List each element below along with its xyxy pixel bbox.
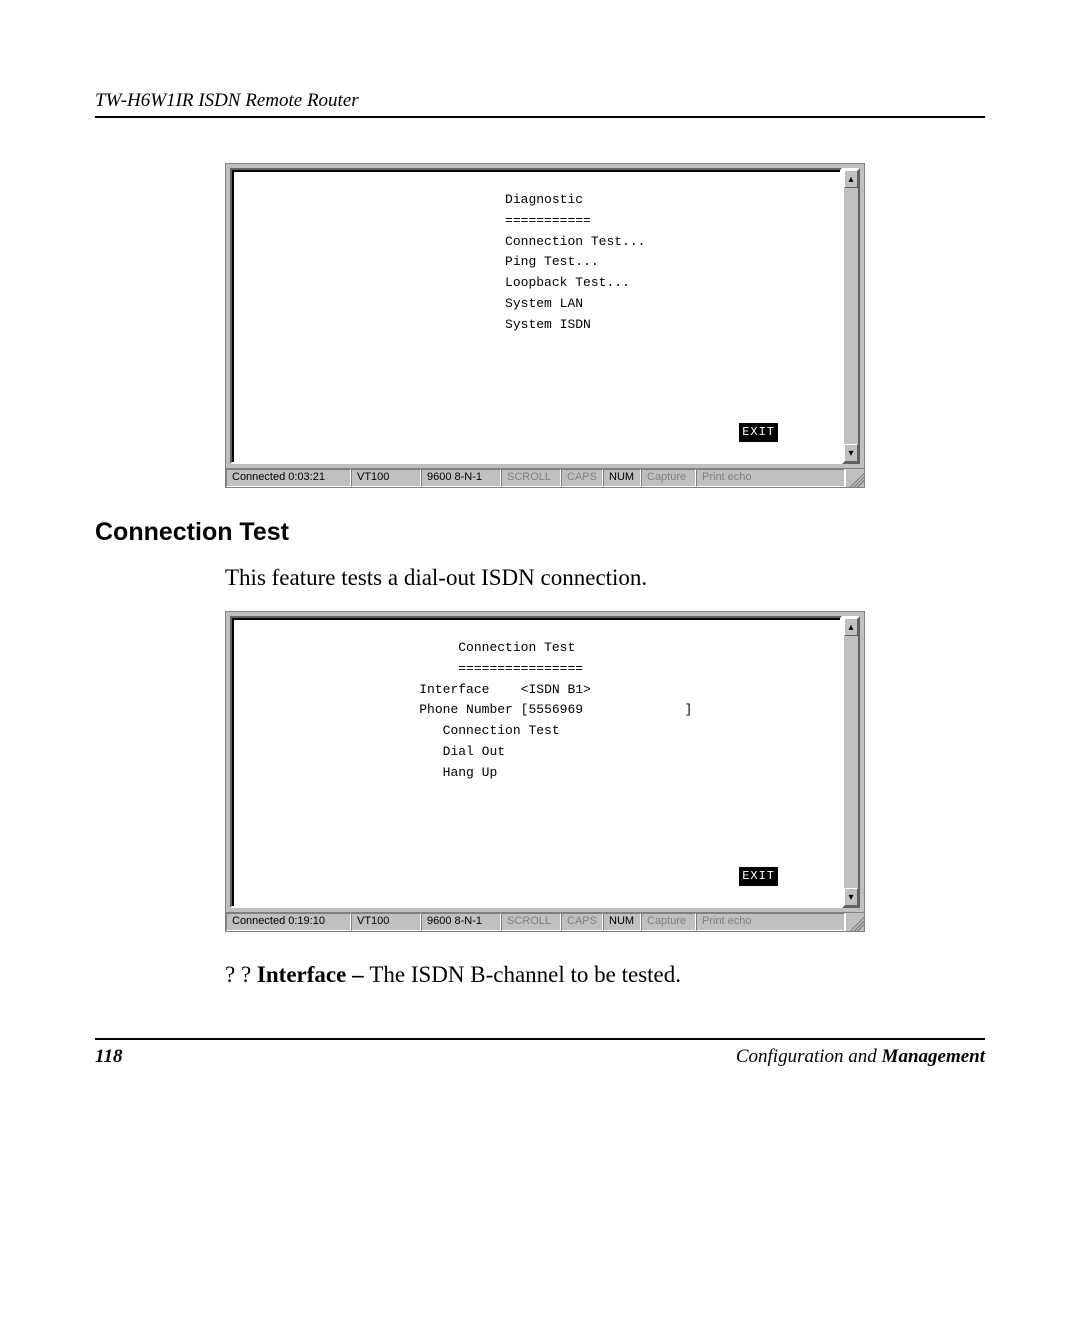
action-connection-test[interactable]: Connection Test: [443, 723, 560, 738]
action-hang-up[interactable]: Hang Up: [443, 765, 498, 780]
status-port: 9600 8-N-1: [421, 469, 501, 487]
section-heading: Connection Test: [95, 518, 985, 547]
field-interface-label: Interface: [419, 682, 489, 697]
status-printecho: Print echo: [696, 913, 845, 931]
field-interface-value[interactable]: <ISDN B1>: [521, 682, 591, 697]
action-dial-out[interactable]: Dial Out: [443, 744, 505, 759]
status-num: NUM: [603, 913, 641, 931]
terminal-screenshot-diagnostic: Diagnostic =========== Connection Test..…: [225, 163, 865, 488]
status-scroll: SCROLL: [501, 913, 561, 931]
status-num: NUM: [603, 469, 641, 487]
exit-button[interactable]: EXIT: [739, 423, 778, 442]
status-printecho: Print echo: [696, 469, 845, 487]
status-terminal: VT100: [351, 913, 421, 931]
bullet-interface: ? ? Interface – The ISDN B-channel to be…: [225, 962, 985, 988]
status-terminal: VT100: [351, 469, 421, 487]
footer-section: Configuration and Management: [736, 1046, 985, 1068]
exit-button[interactable]: EXIT: [739, 867, 778, 886]
running-header: TW-H6W1IR ISDN Remote Router: [95, 90, 985, 112]
field-phone-value[interactable]: [5556969 ]: [521, 702, 693, 717]
status-bar: Connected 0:19:10 VT100 9600 8-N-1 SCROL…: [226, 912, 864, 931]
menu-item-system-lan[interactable]: System LAN: [505, 296, 583, 311]
status-capture: Capture: [641, 913, 696, 931]
status-port: 9600 8-N-1: [421, 913, 501, 931]
menu-item-connection-test[interactable]: Connection Test...: [505, 234, 645, 249]
menu-item-system-isdn[interactable]: System ISDN: [505, 317, 591, 332]
status-connected: Connected 0:19:10: [226, 913, 351, 931]
page-number: 118: [95, 1046, 122, 1068]
menu-item-ping-test[interactable]: Ping Test...: [505, 254, 599, 269]
field-phone-label: Phone Number: [419, 702, 513, 717]
scroll-up-icon[interactable]: ▴: [844, 170, 858, 188]
terminal-screenshot-connection-test: Connection Test ================ Interfa…: [225, 611, 865, 932]
terminal-content: Connection Test ================ Interfa…: [232, 618, 840, 784]
footer-rule: [95, 1038, 985, 1040]
scroll-up-icon[interactable]: ▴: [844, 618, 858, 636]
terminal-content: Diagnostic =========== Connection Test..…: [232, 170, 840, 336]
scroll-down-icon[interactable]: ▾: [844, 888, 858, 906]
page-footer: 118 Configuration and Management: [95, 1038, 985, 1068]
resize-grip-icon[interactable]: [845, 913, 864, 931]
status-scroll: SCROLL: [501, 469, 561, 487]
scroll-down-icon[interactable]: ▾: [844, 444, 858, 462]
menu-item-loopback-test[interactable]: Loopback Test...: [505, 275, 630, 290]
status-capture: Capture: [641, 469, 696, 487]
scrollbar[interactable]: ▴ ▾: [842, 168, 860, 464]
scrollbar[interactable]: ▴ ▾: [842, 616, 860, 908]
status-connected: Connected 0:03:21: [226, 469, 351, 487]
status-caps: CAPS: [561, 913, 603, 931]
status-caps: CAPS: [561, 469, 603, 487]
status-bar: Connected 0:03:21 VT100 9600 8-N-1 SCROL…: [226, 468, 864, 487]
section-intro: This feature tests a dial-out ISDN conne…: [225, 565, 985, 591]
header-rule: [95, 116, 985, 118]
resize-grip-icon[interactable]: [845, 469, 864, 487]
